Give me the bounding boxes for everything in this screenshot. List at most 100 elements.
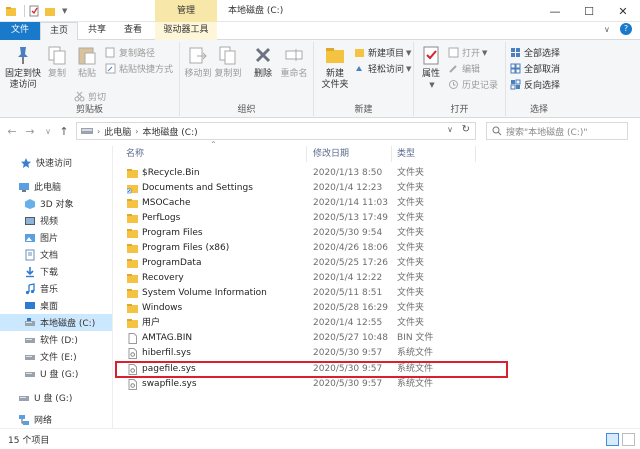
paste-shortcut-button[interactable]: 粘贴快捷方式 (105, 62, 173, 75)
recent-locations-chevron-icon[interactable]: ∨ (41, 124, 55, 138)
easy-access-button[interactable]: 轻松访问 ▼ (354, 62, 411, 75)
tab-view[interactable]: 查看 (118, 22, 148, 40)
folder-app-icon (6, 7, 16, 16)
column-divider[interactable] (306, 146, 307, 162)
file-row[interactable]: PerfLogs 2020/5/13 17:49 文件夹 (113, 211, 640, 226)
window-title: 本地磁盘 (C:) (228, 6, 284, 16)
expand-ribbon-chevron-icon[interactable]: ∨ (604, 25, 610, 34)
sort-ascending-icon: ⌃ (210, 140, 217, 149)
back-arrow-icon[interactable]: ← (5, 124, 19, 138)
sidebar-item-pictures[interactable]: 图片 (0, 229, 112, 246)
new-item-icon (355, 49, 364, 57)
history-button[interactable]: 历史记录 (448, 78, 498, 91)
history-icon (449, 80, 458, 89)
close-button[interactable]: ✕ (606, 0, 640, 22)
maximize-button[interactable]: ☐ (572, 0, 606, 22)
file-row[interactable]: $Recycle.Bin 2020/1/13 8:50 文件夹 (113, 166, 640, 181)
new-folder-button[interactable]: 新建 文件夹 (318, 44, 352, 91)
column-divider[interactable] (475, 146, 476, 162)
file-row[interactable]: hiberfil.sys 2020/5/30 9:57 系统文件 (113, 346, 640, 361)
delete-button[interactable]: 删除 (252, 44, 274, 80)
navigation-bar: ← → ∨ ↑ › 此电脑 › 本地磁盘 (C:) ∨ ↻ 搜索"本地磁盘 (C… (0, 118, 640, 144)
breadcrumb-chevron-icon[interactable]: › (135, 127, 138, 136)
large-icons-view-icon[interactable] (622, 433, 635, 446)
properties-quick-icon[interactable] (28, 5, 40, 17)
sidebar-item-usb-g-root[interactable]: U 盘 (G:) (0, 389, 112, 406)
invert-selection-button[interactable]: 反向选择 (510, 78, 560, 91)
select-all-button[interactable]: 全部选择 (510, 46, 560, 59)
column-header-modified[interactable]: 修改日期 (313, 146, 349, 162)
up-arrow-icon[interactable]: ↑ (57, 124, 71, 138)
file-row[interactable]: swapfile.sys 2020/5/30 9:57 系统文件 (113, 377, 640, 392)
customize-toolbar-chevron-icon[interactable]: ▼ (62, 7, 67, 15)
tab-drive-tools[interactable]: 驱动器工具 (155, 22, 217, 40)
refresh-icon[interactable]: ↻ (462, 124, 470, 135)
sidebar-item-3d-objects[interactable]: 3D 对象 (0, 195, 112, 212)
ribbon: 固定到快 速访问 复制 粘贴 复制路径 粘贴快捷方式 剪切 剪贴板 移动到 复制… (0, 40, 640, 118)
breadcrumb-chevron-icon[interactable]: › (97, 127, 100, 136)
shortcut-folder-icon (127, 185, 138, 194)
clipboard-group-label: 剪贴板 (75, 105, 103, 115)
properties-button[interactable]: 属性 ▼ (418, 44, 444, 91)
file-row[interactable]: System Volume Information 2020/5/11 8:51 文… (113, 286, 640, 301)
minimize-button[interactable]: — (538, 0, 572, 22)
file-row[interactable]: AMTAG.BIN 2020/5/27 10:48 BIN 文件 (113, 331, 640, 346)
sidebar-item-documents[interactable]: 文档 (0, 246, 112, 263)
sidebar-item-usb-g[interactable]: U 盘 (G:) (0, 365, 112, 382)
invert-selection-icon (510, 79, 521, 90)
file-row[interactable]: Recovery 2020/1/4 12:22 文件夹 (113, 271, 640, 286)
tab-share[interactable]: 共享 (82, 22, 112, 40)
open-button[interactable]: 打开 ▼ (448, 46, 487, 59)
breadcrumb-this-pc[interactable]: 此电脑 (104, 125, 131, 138)
new-item-button[interactable]: 新建项目 ▼ (354, 46, 411, 59)
tab-file[interactable]: 文件 (0, 22, 40, 40)
help-icon[interactable]: ? (620, 23, 632, 35)
scissors-icon (74, 91, 85, 102)
file-row[interactable]: Documents and Settings 2020/1/4 12:23 文件夹 (113, 181, 640, 196)
sidebar-item-drive-d[interactable]: 软件 (D:) (0, 331, 112, 348)
search-placeholder: 搜索"本地磁盘 (C:)" (506, 127, 588, 138)
file-row[interactable]: Program Files 2020/5/30 9:54 文件夹 (113, 226, 640, 241)
sidebar-item-music[interactable]: 音乐 (0, 280, 112, 297)
new-folder-quick-icon[interactable] (44, 5, 56, 17)
file-row[interactable]: Program Files (x86) 2020/4/26 18:06 文件夹 (113, 241, 640, 256)
sidebar-item-videos[interactable]: 视频 (0, 212, 112, 229)
sidebar-item-quick-access[interactable]: 快速访问 (0, 154, 112, 171)
tab-home[interactable]: 主页 (40, 22, 78, 41)
address-bar[interactable]: › 此电脑 › 本地磁盘 (C:) ∨ ↻ (76, 122, 476, 140)
forward-arrow-icon[interactable]: → (23, 124, 37, 138)
search-input[interactable]: 搜索"本地磁盘 (C:)" (486, 122, 628, 140)
details-view-icon[interactable] (606, 433, 619, 446)
paste-button[interactable]: 粘贴 (74, 44, 100, 80)
copy-to-button[interactable]: 复制到 (214, 44, 242, 80)
sidebar-item-desktop[interactable]: 桌面 (0, 297, 112, 314)
file-row[interactable]: Windows 2020/5/28 16:29 文件夹 (113, 301, 640, 316)
column-header-name[interactable]: 名称 (126, 146, 144, 162)
edit-button[interactable]: 编辑 (448, 62, 480, 75)
column-divider[interactable] (391, 146, 392, 162)
rename-button[interactable]: 重命名 (278, 44, 310, 80)
usb-drive-icon (25, 371, 35, 377)
pin-quick-access-button[interactable]: 固定到快 速访问 (4, 44, 42, 91)
copy-path-button[interactable]: 复制路径 (105, 46, 155, 59)
sidebar-item-drive-e[interactable]: 文件 (E:) (0, 348, 112, 365)
address-dropdown-chevron-icon[interactable]: ∨ (447, 125, 453, 134)
column-header-type[interactable]: 类型 (397, 146, 415, 162)
file-row[interactable]: 用户 2020/1/4 12:55 文件夹 (113, 316, 640, 331)
sidebar-item-network[interactable]: 网络 (0, 411, 112, 428)
open-group: 属性 ▼ 打开 ▼ 编辑 历史记录 打开 (414, 42, 506, 116)
copy-to-icon (219, 46, 236, 65)
file-row[interactable]: ProgramData 2020/5/25 17:26 文件夹 (113, 256, 640, 271)
file-row[interactable]: MSOCache 2020/1/14 11:03 文件夹 (113, 196, 640, 211)
select-none-button[interactable]: 全部取消 (510, 62, 560, 75)
sidebar-item-this-pc[interactable]: 此电脑 (0, 178, 112, 195)
move-to-button[interactable]: 移动到 (184, 44, 212, 80)
context-tab-manage[interactable]: 管理 (155, 0, 217, 22)
sidebar-item-downloads[interactable]: 下载 (0, 263, 112, 280)
breadcrumb-local-disk[interactable]: 本地磁盘 (C:) (142, 125, 197, 138)
folder-icon (127, 259, 138, 268)
copy-button[interactable]: 复制 (44, 44, 70, 80)
desktop-icon (25, 301, 35, 309)
drive-location-icon (81, 128, 93, 134)
sidebar-item-local-disk-c[interactable]: 本地磁盘 (C:) (0, 314, 112, 331)
